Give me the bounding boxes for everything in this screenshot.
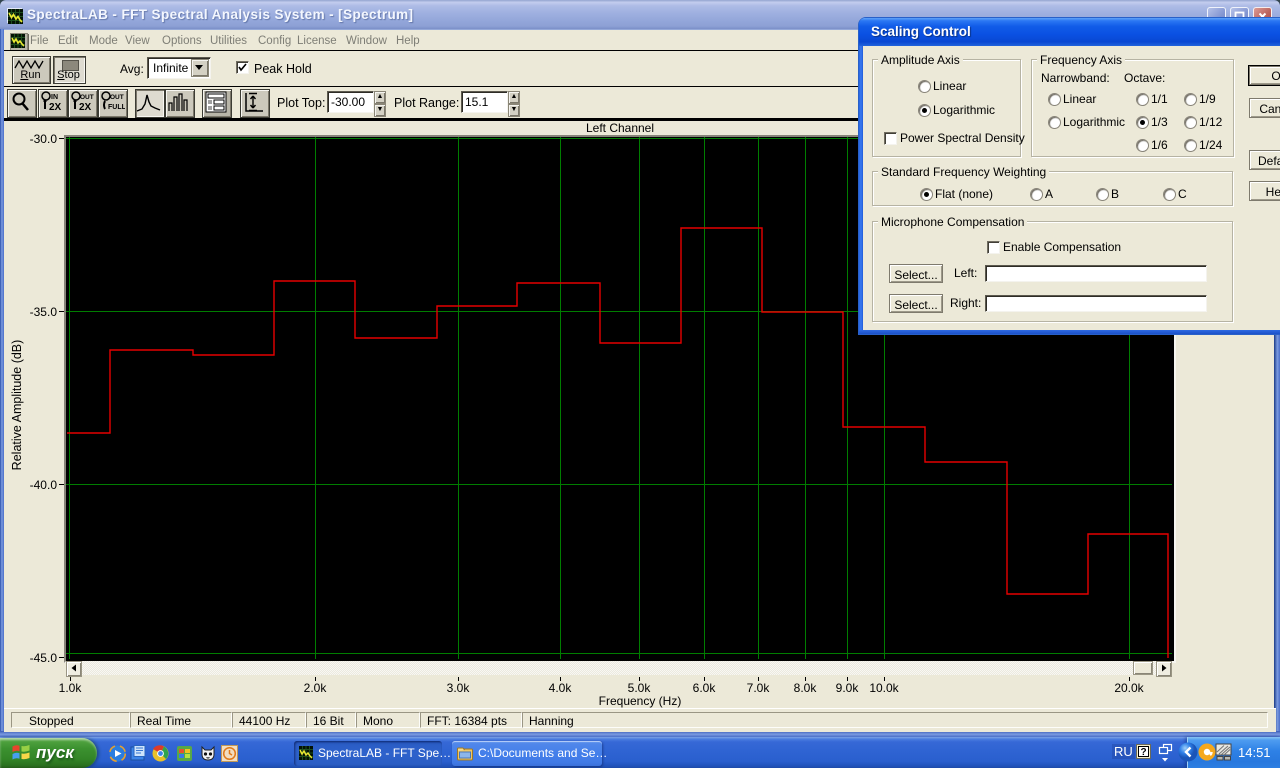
svg-text:2X: 2X [79, 102, 92, 113]
svg-text:OUT: OUT [80, 94, 94, 101]
svg-text:FULL: FULL [108, 104, 125, 111]
svg-text:OUT: OUT [110, 94, 124, 101]
svg-text:?: ? [1141, 747, 1147, 758]
svg-text:IN: IN [51, 94, 58, 101]
svg-text:2X: 2X [49, 102, 62, 113]
